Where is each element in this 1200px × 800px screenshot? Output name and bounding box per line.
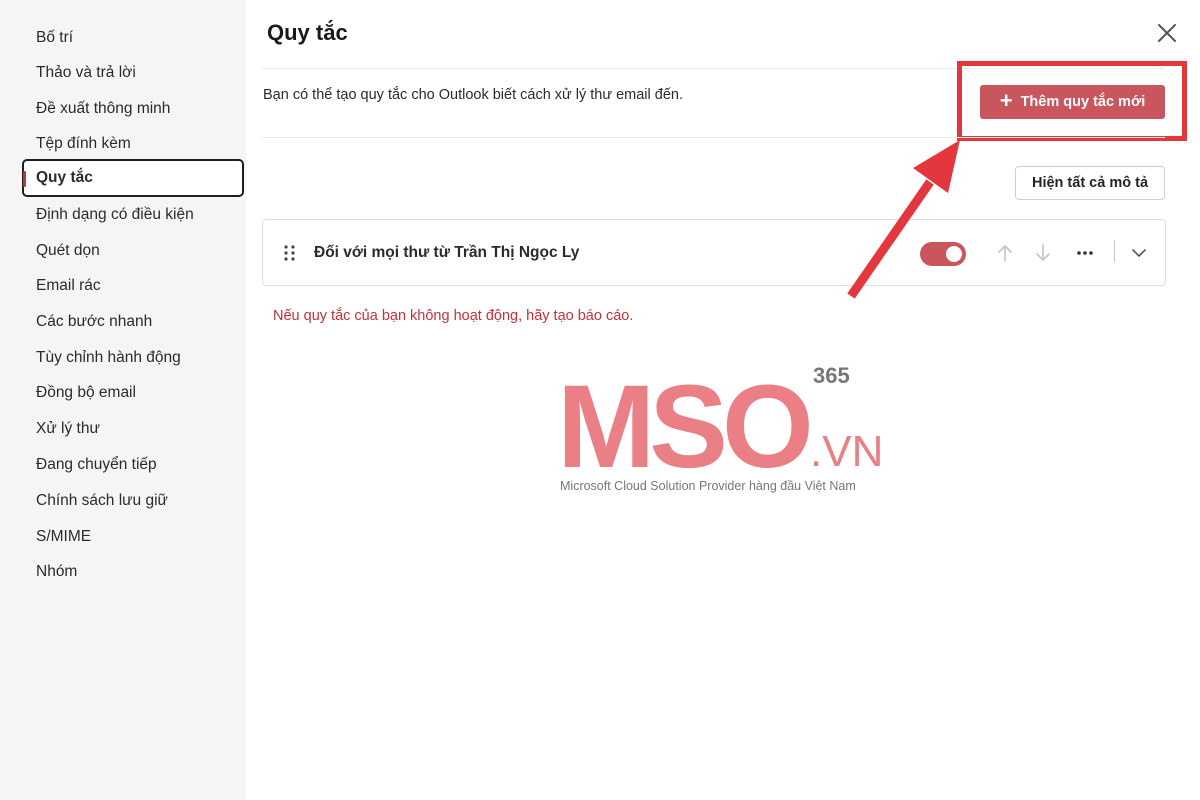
- rule-row[interactable]: Đối với mọi thư từ Trần Thị Ngọc Ly: [262, 219, 1166, 286]
- arrow-down-icon: [1036, 244, 1050, 261]
- sidebar-item-groups[interactable]: Nhóm: [22, 553, 244, 591]
- section-divider: [262, 137, 1165, 138]
- drag-handle-icon[interactable]: [283, 244, 297, 262]
- plus-icon: +: [999, 88, 1013, 113]
- sidebar-item-forwarding[interactable]: Đang chuyển tiếp: [22, 446, 244, 484]
- svg-text:365: 365: [813, 363, 850, 388]
- rules-description: Bạn có thể tạo quy tắc cho Outlook biết …: [263, 87, 684, 103]
- svg-text:MSO: MSO: [557, 362, 809, 493]
- sidebar-item-sweep[interactable]: Quét dọn: [22, 232, 244, 270]
- sidebar-item-smime[interactable]: S/MIME: [22, 518, 244, 556]
- arrow-up-icon: [998, 245, 1012, 262]
- sidebar-item-rules[interactable]: Quy tắc: [22, 159, 244, 197]
- sidebar-item-conditional-formatting[interactable]: Định dạng có điều kiện: [22, 196, 244, 234]
- logo-caption: Microsoft Cloud Solution Provider hàng đ…: [560, 479, 856, 493]
- close-button[interactable]: [1152, 18, 1182, 48]
- more-icon: [1077, 251, 1093, 255]
- sidebar-item-smart-suggestions[interactable]: Đề xuất thông minh: [22, 90, 244, 128]
- sidebar-item-sync-email[interactable]: Đồng bộ email: [22, 374, 244, 412]
- chevron-down-icon: [1132, 249, 1146, 257]
- sidebar-item-message-handling[interactable]: Xử lý thư: [22, 410, 244, 448]
- sidebar-item-layout[interactable]: Bố trí: [22, 19, 244, 57]
- more-options-button[interactable]: [1073, 241, 1097, 265]
- report-issue-link[interactable]: Nếu quy tắc của bạn không hoạt động, hãy…: [273, 308, 633, 324]
- svg-text:.VN: .VN: [810, 427, 883, 476]
- sidebar-item-customize-actions[interactable]: Tùy chỉnh hành động: [22, 339, 244, 377]
- settings-sidebar: Bố trí Thảo và trả lời Đề xuất thông min…: [0, 0, 246, 800]
- move-down-button[interactable]: [1031, 241, 1055, 265]
- rule-enabled-toggle[interactable]: [920, 242, 966, 266]
- close-icon: [1158, 24, 1176, 42]
- sidebar-item-compose[interactable]: Thảo và trả lời: [22, 54, 244, 92]
- add-new-rule-button[interactable]: + Thêm quy tắc mới: [980, 85, 1165, 119]
- page-title: Quy tắc: [267, 20, 348, 45]
- sidebar-item-quick-steps[interactable]: Các bước nhanh: [22, 303, 244, 341]
- expand-rule-button[interactable]: [1127, 241, 1151, 265]
- rule-name: Đối với mọi thư từ Trần Thị Ngọc Ly: [314, 244, 580, 261]
- move-up-button[interactable]: [993, 241, 1017, 265]
- show-all-descriptions-button[interactable]: Hiện tất cả mô tả: [1015, 166, 1165, 200]
- add-new-rule-label: Thêm quy tắc mới: [1020, 94, 1146, 110]
- sidebar-item-junk-email[interactable]: Email rác: [22, 267, 244, 305]
- sidebar-item-retention-policies[interactable]: Chính sách lưu giữ: [22, 482, 244, 520]
- row-separator: [1114, 240, 1115, 262]
- sidebar-item-attachments[interactable]: Tệp đính kèm: [22, 125, 244, 163]
